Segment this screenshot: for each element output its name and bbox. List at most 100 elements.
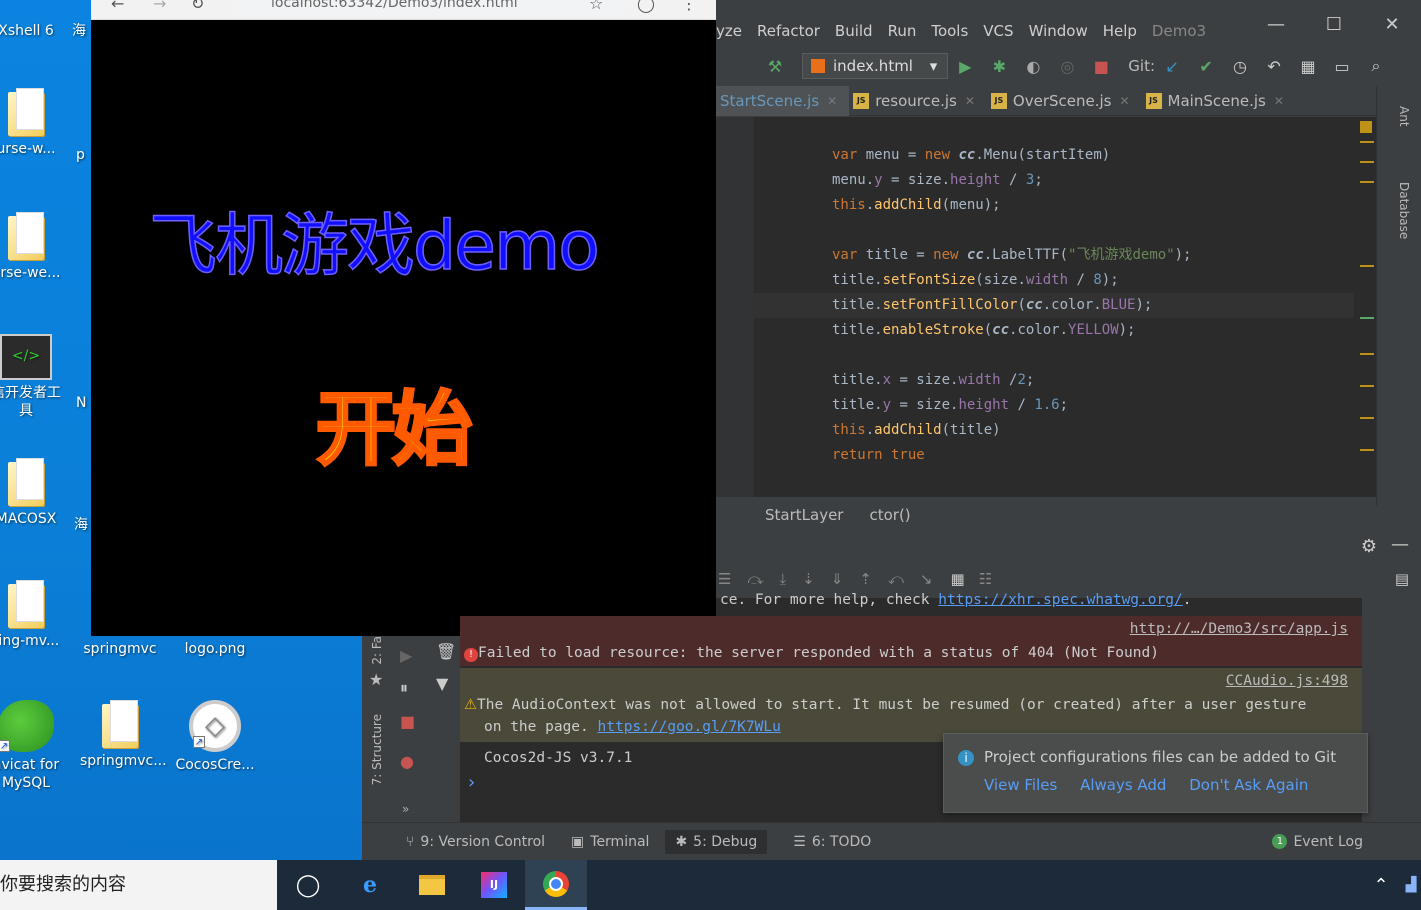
hide-panel-icon[interactable]: — [1391,534,1409,555]
intellij-idea-icon[interactable]: IJ [463,860,525,910]
star-icon[interactable]: ☆ [589,0,603,13]
desktop-icon-cocoscreator[interactable]: ◇ ↗ CocosCre... [175,700,255,774]
stop-debug-icon[interactable]: ■ [400,712,415,731]
dont-ask-again-link[interactable]: Don't Ask Again [1189,776,1308,794]
desktop-folder-spring-mv[interactable]: ring-mv... [0,580,66,650]
code-editor[interactable]: var menu = new cc.Menu(startItem) menu.y … [716,117,1376,497]
step-over-icon[interactable]: ⤼ [747,570,763,588]
step-out-icon[interactable]: ⇡ [859,570,872,588]
project-structure-icon[interactable]: ▦ [1297,55,1319,77]
pause-icon[interactable]: ⏸ [400,678,408,698]
menu-build[interactable]: Build [835,22,873,40]
stop-icon[interactable]: ■ [1090,55,1112,77]
edge-browser-icon[interactable]: e [339,860,401,910]
tab-resource[interactable]: JS resource.js ✕ [849,86,987,116]
drop-frame-icon[interactable]: ⤺ [888,570,904,588]
url-input[interactable]: localhost:63342/Demo3/index.html [231,0,631,16]
menu-window[interactable]: Window [1029,22,1088,40]
git-commit-icon[interactable]: ✔ [1195,55,1217,77]
menu-refactor[interactable]: Refactor [757,22,820,40]
network-icon[interactable]: ▟ [1401,860,1421,910]
menu-help[interactable]: Help [1103,22,1137,40]
filter-icon[interactable]: ▼ [436,674,448,693]
profile-run-icon[interactable]: ◎ [1056,55,1078,77]
step-into-icon[interactable]: ⤓ [780,570,787,588]
error-source-link[interactable]: http://…/Demo3/src/app.js [1130,621,1348,637]
chrome-browser-icon[interactable] [525,860,587,910]
game-canvas[interactable]: 飞机游戏demo 开始 [91,20,716,636]
desktop-folder-springmvc2[interactable]: springmvc... [80,700,167,770]
tab-event-log[interactable]: 1 Event Log [1272,834,1363,850]
coverage-icon[interactable]: ◐ [1022,55,1044,77]
resume-icon[interactable]: ▶ [400,646,412,665]
file-explorer-icon[interactable] [401,860,463,910]
favorites-star-icon[interactable]: ★ [369,670,383,689]
maximize-icon[interactable]: ☐ [1305,14,1363,35]
database-tool-window[interactable]: Database [1397,182,1411,239]
menu-run[interactable]: Run [888,22,917,40]
settings-gear-icon[interactable]: ⚙ [1361,536,1377,557]
warn-link[interactable]: https://goo.gl/7K7WLu [598,719,781,735]
task-view-icon[interactable]: ◯ [277,860,339,910]
desktop-icon-partial-n[interactable]: N [76,394,92,412]
close-tab-icon[interactable]: ✕ [827,94,837,108]
profile-icon[interactable]: ◯ [637,0,655,13]
forward-icon[interactable]: → [153,0,166,13]
close-icon[interactable]: ✕ [1363,14,1421,35]
menu-vcs[interactable]: VCS [983,22,1013,40]
debug-icon[interactable]: ✱ [988,55,1010,77]
close-tab-icon[interactable]: ✕ [1119,94,1129,108]
tab-todo[interactable]: ☰ 6: TODO [793,834,871,850]
tab-terminal[interactable]: ▣ Terminal [571,834,649,850]
breakpoints-icon[interactable]: ● [400,752,414,771]
layout-icon[interactable]: ▤ [1395,570,1409,588]
view-files-link[interactable]: View Files [984,776,1057,794]
force-step-into-icon[interactable]: ⇣ [802,570,815,588]
close-tab-icon[interactable]: ✕ [1274,94,1284,108]
tab-startscene[interactable]: StartScene.js ✕ [716,85,850,116]
desktop-icon-partial-hai[interactable]: 海 [74,516,92,534]
tab-mainscene[interactable]: JS MainScene.js ✕ [1142,86,1296,116]
build-hammer-icon[interactable]: ⚒ [764,55,786,77]
ant-tool-window[interactable]: Ant [1397,106,1411,127]
desktop-icon-springmvc[interactable]: springmvc [80,640,160,658]
evaluate-icon[interactable]: ▦ [951,570,965,588]
run-icon[interactable]: ▶ [954,55,976,77]
desktop-icon-wechat-devtools[interactable]: </> 信开发者工具 [0,334,66,420]
warn-source-link[interactable]: CCAudio.js:498 [1226,673,1348,689]
git-update-icon[interactable]: ↙ [1161,55,1183,77]
tab-version-control[interactable]: ⑂ 9: Version Control [406,834,545,850]
git-history-icon[interactable]: ◷ [1229,55,1251,77]
code-content[interactable]: var menu = new cc.Menu(startItem) menu.y … [832,143,1191,468]
frames-icon[interactable]: ☰ [718,570,731,588]
start-menu-item[interactable]: 开始 [315,365,474,481]
desktop-icon-xshell[interactable]: Xshell 6 [0,22,66,40]
menu-tools[interactable]: Tools [931,22,968,40]
desktop-folder-course-we[interactable]: urse-we... [0,212,66,282]
desktop-icon-logo-png[interactable]: logo.png [175,640,255,658]
always-add-link[interactable]: Always Add [1080,776,1166,794]
menu-analyze[interactable]: yze [716,22,742,40]
search-icon[interactable]: ⌕ [1365,55,1387,77]
desktop-folder-macosx[interactable]: MACOSX [0,458,66,528]
tab-overscene[interactable]: JS OverScene.js ✕ [987,86,1142,116]
trace-icon[interactable]: ☷ [979,570,992,588]
minimize-icon[interactable]: — [1247,14,1305,35]
console-link[interactable]: https://xhr.spec.whatwg.org/ [938,592,1182,608]
breadcrumb-method[interactable]: ctor() [869,506,910,524]
smart-step-into-icon[interactable]: ⇓ [831,570,844,588]
run-configuration-select[interactable]: index.html ▾ [802,53,949,79]
taskbar-search-input[interactable]: 你要搜索的内容 [0,860,277,910]
more-icon[interactable]: ⋮ [681,0,697,13]
clear-trash-icon[interactable]: 🗑 [436,642,456,661]
more-actions-icon[interactable]: » [402,802,409,816]
show-hidden-icons-icon[interactable]: ⌃ [1361,860,1401,910]
desktop-icon-partial-p[interactable]: p [76,146,92,164]
close-tab-icon[interactable]: ✕ [965,94,975,108]
favorites-tool-window[interactable]: 2: Fa [370,636,384,665]
desktop-icon-navicat[interactable]: ↗ avicat for MySQL [0,700,66,792]
reload-icon[interactable]: ↻ [191,0,204,13]
desktop-icon-partial[interactable]: 海 [72,22,92,40]
back-icon[interactable]: ← [111,0,124,13]
structure-tool-window[interactable]: 7: Structure [370,714,384,785]
